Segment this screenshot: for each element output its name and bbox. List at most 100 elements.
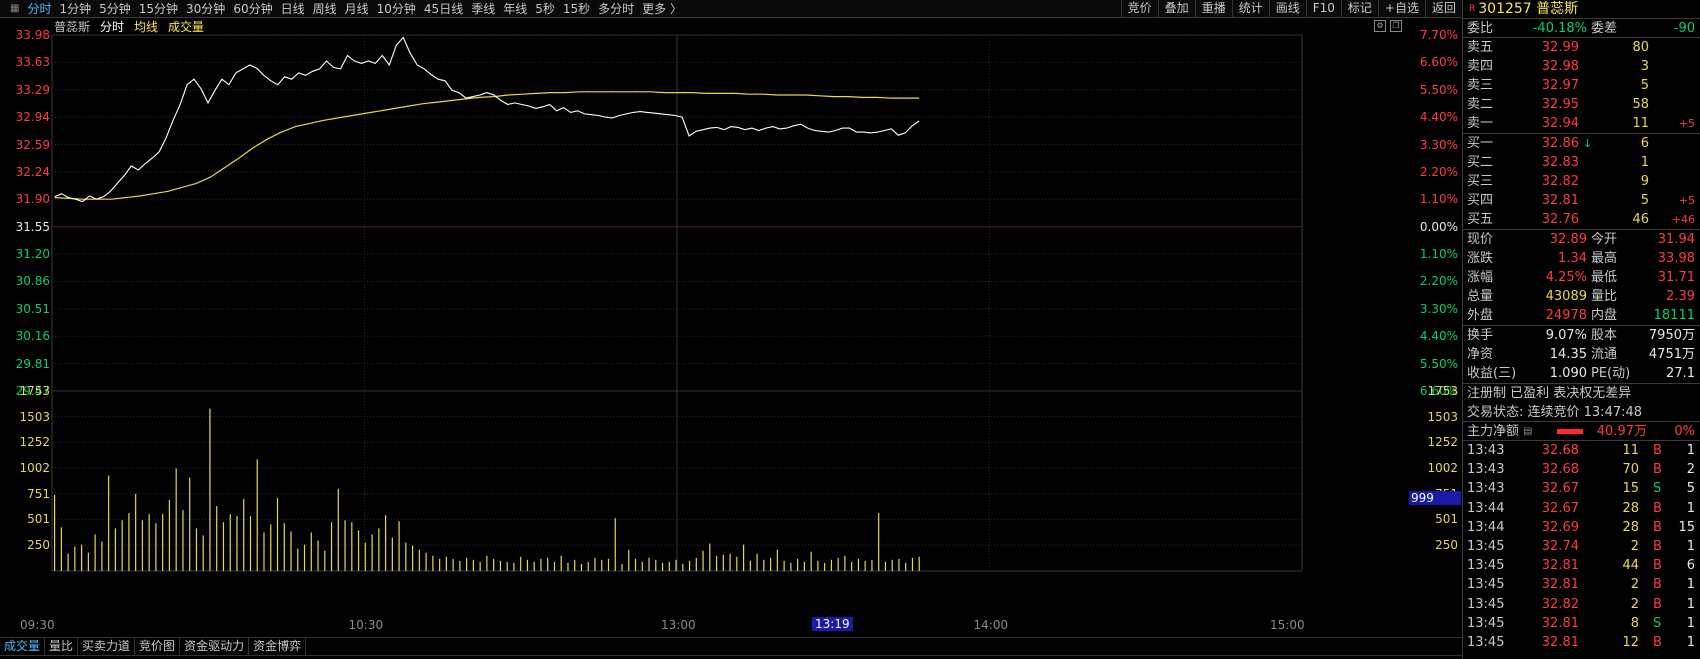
trade-direction: B — [1653, 443, 1662, 458]
book-label: 买三 — [1467, 174, 1494, 189]
book-volume: 80 — [1632, 40, 1649, 55]
indicator-tab[interactable]: 量比 — [45, 638, 79, 655]
book-volume: 9 — [1640, 174, 1649, 189]
time-tick: 14:00 — [973, 618, 1009, 632]
book-price: 32.94 — [1541, 116, 1579, 131]
trade-time: 13:43 — [1467, 481, 1505, 497]
weibi-label: 委比 — [1467, 21, 1494, 36]
trade-row: 13:45 32.81 8 S 1 — [1463, 614, 1700, 633]
trade-row: 13:43 32.68 70 B 2 — [1463, 460, 1700, 479]
stat-label: 最高 — [1591, 251, 1618, 266]
trade-row: 13:44 32.67 28 B 1 — [1463, 499, 1700, 518]
book-price: 32.76 — [1541, 212, 1579, 227]
volume-tick-right: 1252 — [1427, 435, 1458, 450]
book-row[interactable]: 卖一 32.94 11 +5 — [1463, 114, 1700, 133]
intraday-chart[interactable] — [0, 0, 1462, 659]
trade-price: 32.81 — [1541, 634, 1579, 650]
book-row[interactable]: 买四 32.81 5 +5 — [1463, 191, 1700, 210]
trade-volume: 28 — [1622, 500, 1639, 516]
time-tick: 13:00 — [661, 618, 696, 632]
stock-tags: 注册制 已盈利 表决权无差异 — [1467, 386, 1632, 401]
stat-value: 33.98 — [1657, 251, 1695, 266]
volume-tick-right: 1002 — [1427, 461, 1458, 475]
stat-row: 现价 32.89 今开 31.94 — [1463, 230, 1700, 249]
fund-label: 收益(三) — [1467, 366, 1517, 381]
book-label: 卖四 — [1467, 59, 1494, 74]
trade-volume: 2 — [1630, 596, 1639, 612]
fund-value: 27.1 — [1666, 366, 1695, 381]
volume-bars — [53, 408, 920, 571]
stat-label: 现价 — [1467, 232, 1494, 247]
book-row[interactable]: 卖四 32.98 3 — [1463, 57, 1700, 76]
buy-book: 买一 32.86 6 ↓ 买二 32.83 1 买三 32.82 9 买四 32.81 5 +5 买五 32.… — [1463, 134, 1700, 230]
volume-tick-left: 1503 — [19, 409, 50, 424]
book-volume: 58 — [1632, 97, 1649, 112]
book-price: 32.86 — [1541, 136, 1579, 151]
price-tick-left: 33.29 — [15, 82, 50, 97]
stat-label: 内盘 — [1591, 308, 1618, 323]
volume-tick-left: 1002 — [19, 461, 50, 475]
book-row[interactable]: 买五 32.76 46 +46 — [1463, 210, 1700, 229]
trade-count: 1 — [1686, 615, 1695, 631]
book-row[interactable]: 买二 32.83 1 — [1463, 153, 1700, 172]
trade-direction: B — [1653, 500, 1662, 516]
main-net-row: 主力净额 ▤ 40.97万 0% — [1463, 422, 1700, 441]
stat-value: 18111 — [1653, 308, 1695, 323]
indicator-tab[interactable]: 资金驱动力 — [180, 638, 250, 655]
volume-tick-left: 751 — [27, 486, 50, 501]
book-change: +5 — [1678, 117, 1695, 130]
trade-time: 13:44 — [1467, 500, 1505, 516]
pct-tick-right: 1.10% — [1419, 247, 1458, 262]
volume-tick-left: 250 — [27, 538, 50, 552]
price-tick-left: 33.63 — [15, 55, 50, 70]
trade-price: 32.82 — [1541, 596, 1579, 612]
stock-title-name: 普蕊斯 — [1536, 1, 1579, 17]
pct-tick-right: 5.50% — [1419, 356, 1458, 371]
main-net-label: 主力净额 — [1467, 424, 1520, 439]
cursor-time-label: 13:19 — [812, 617, 853, 631]
price-tick-left: 31.20 — [15, 247, 50, 262]
avg-price-line — [54, 91, 920, 200]
book-label: 买一 — [1467, 136, 1494, 151]
price-tick-left: 30.86 — [15, 274, 50, 289]
book-row[interactable]: 买一 32.86 6 ↓ — [1463, 134, 1700, 153]
trade-time: 13:45 — [1467, 538, 1505, 554]
book-change: +46 — [1671, 213, 1695, 226]
book-label: 买二 — [1467, 155, 1494, 170]
trade-price: 32.67 — [1541, 500, 1579, 516]
trade-ticks[interactable]: 13:43 32.68 11 B 1 13:43 32.68 70 B 2 13:43 32.67 15… — [1463, 441, 1700, 652]
stock-terminal: ▦ 分时 1分钟 5分钟 15分钟 30分钟 60分钟 日线 周线 月线 10分钟 45日线 季线 年线… — [0, 0, 1700, 659]
fund-label: 股本 — [1591, 328, 1618, 343]
trade-volume: 2 — [1630, 577, 1639, 593]
fund-label: 流通 — [1591, 347, 1618, 362]
book-row[interactable]: 买三 32.82 9 — [1463, 172, 1700, 191]
indicator-tab[interactable]: 成交量 — [0, 638, 46, 655]
stock-title[interactable]: R 301257 普蕊斯 — [1463, 0, 1700, 19]
indicator-tab[interactable]: 竞价图 — [135, 638, 181, 655]
pct-tick-right: 1.10% — [1419, 192, 1458, 207]
indicator-tab[interactable]: 买卖力道 — [78, 638, 136, 655]
stat-value: 31.94 — [1657, 232, 1695, 247]
weibi-row: 委比 -40.18% 委差 -90 — [1463, 19, 1700, 38]
trade-status: 交易状态: 连续竞价 13:47:48 — [1463, 403, 1700, 422]
trade-volume: 11 — [1622, 443, 1639, 458]
book-row[interactable]: 卖二 32.95 58 — [1463, 95, 1700, 114]
pct-tick-right: 6.60% — [1419, 55, 1458, 70]
book-price: 32.95 — [1541, 97, 1579, 112]
pct-tick-right: 5.50% — [1419, 82, 1458, 97]
fund-value: 9.07% — [1545, 328, 1587, 343]
trade-time: 13:45 — [1467, 558, 1505, 574]
book-row[interactable]: 卖三 32.97 5 — [1463, 76, 1700, 95]
indicator-tab[interactable]: 资金博弈 — [249, 638, 307, 655]
pct-tick-right: 4.40% — [1419, 329, 1458, 344]
pct-tick-right: 2.20% — [1419, 274, 1458, 289]
pct-tick-right: 2.20% — [1419, 164, 1458, 179]
stat-value: 31.71 — [1657, 270, 1695, 285]
book-label: 卖五 — [1467, 40, 1494, 55]
menu-icon[interactable]: ▤ — [1523, 422, 1532, 441]
trade-row: 13:45 32.81 2 B 1 — [1463, 575, 1700, 594]
trade-row: 13:45 32.81 44 B 6 — [1463, 556, 1700, 575]
fund-label: 净资 — [1467, 347, 1494, 362]
price-tick-left: 29.81 — [15, 356, 50, 371]
book-row[interactable]: 卖五 32.99 80 — [1463, 38, 1700, 57]
